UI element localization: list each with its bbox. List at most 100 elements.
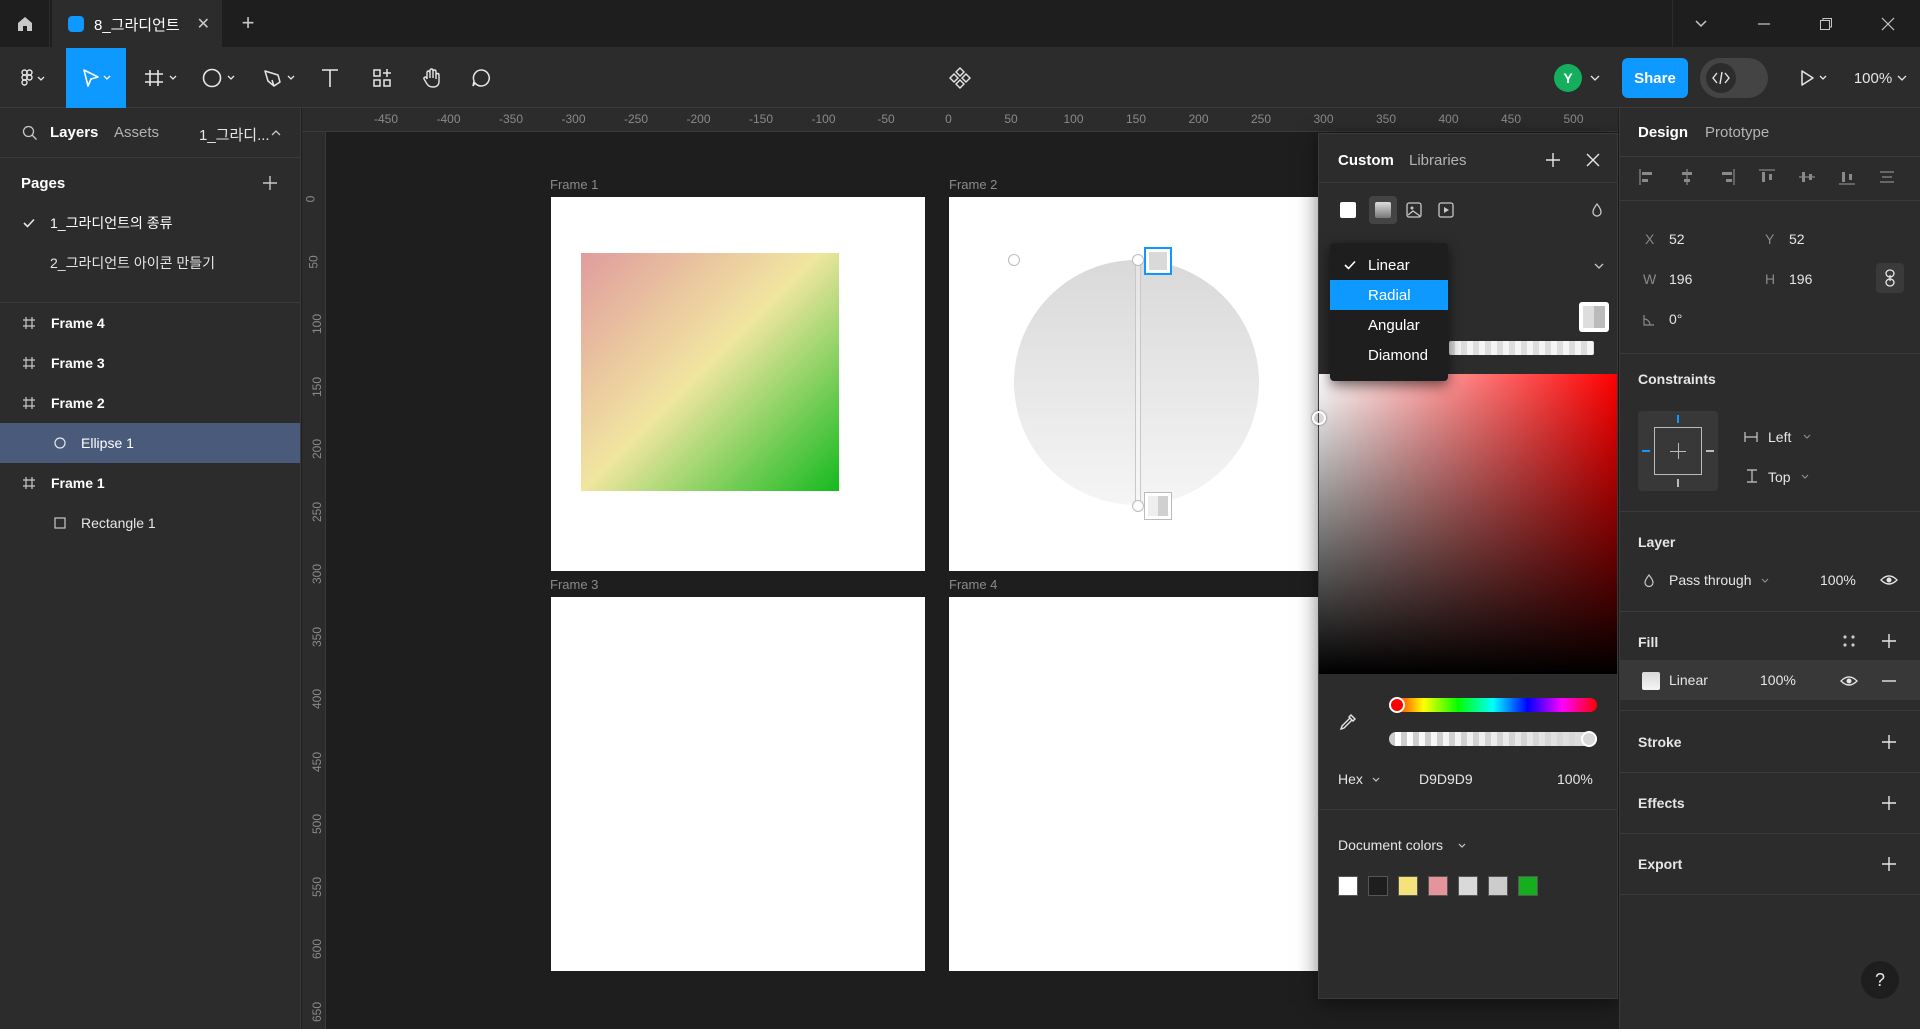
add-stroke-icon[interactable]	[1881, 734, 1897, 750]
close-icon[interactable]	[1585, 152, 1601, 168]
chevron-down-icon[interactable]	[1457, 842, 1467, 850]
align-top-icon[interactable]	[1758, 168, 1776, 186]
document-color-swatch[interactable]	[1518, 876, 1538, 896]
search-icon[interactable]	[22, 125, 38, 141]
zoom-menu[interactable]: 100%	[1848, 48, 1914, 108]
add-page-icon[interactable]	[262, 175, 278, 191]
gradient-handle-line[interactable]	[1135, 263, 1141, 509]
gradient-dot[interactable]	[1008, 254, 1020, 266]
tab-prototype[interactable]: Prototype	[1705, 124, 1769, 141]
add-fill-icon[interactable]	[1881, 633, 1897, 649]
align-left-icon[interactable]	[1638, 168, 1656, 186]
dev-mode-toggle[interactable]	[1700, 58, 1768, 98]
help-button[interactable]: ?	[1861, 961, 1899, 999]
tab-layers[interactable]: Layers	[50, 124, 98, 141]
document-color-swatch[interactable]	[1458, 876, 1478, 896]
tab-assets[interactable]: Assets	[114, 124, 159, 141]
chevron-down-icon[interactable]	[1593, 261, 1605, 271]
gradient-dot[interactable]	[1132, 500, 1144, 512]
frame-1-label[interactable]: Frame 1	[550, 177, 598, 192]
share-button[interactable]: Share	[1622, 58, 1688, 98]
video-icon[interactable]	[1437, 201, 1455, 219]
add-style-icon[interactable]	[1545, 152, 1561, 168]
hand-tool[interactable]	[412, 48, 452, 108]
image-icon[interactable]	[1405, 201, 1423, 219]
shape-tool[interactable]	[196, 48, 244, 108]
fill-type-gradient[interactable]	[1369, 196, 1397, 224]
gradient-end-handle[interactable]	[1144, 492, 1172, 520]
fill-type-solid[interactable]	[1340, 202, 1356, 218]
gradient-dot[interactable]	[1132, 254, 1144, 266]
rotation-input[interactable]: 0°	[1669, 311, 1682, 327]
add-effect-icon[interactable]	[1881, 795, 1897, 811]
gradient-type-option-highlighted[interactable]: Radial	[1330, 280, 1448, 310]
page-item[interactable]: 2_그라디언트 아이콘 만들기	[0, 243, 300, 283]
vertical-constraint-dropdown[interactable]: Top	[1768, 469, 1791, 485]
horizontal-constraint-dropdown[interactable]: Left	[1768, 429, 1791, 445]
file-tab[interactable]: 8_그라디언트 ✕	[52, 0, 222, 48]
constraints-widget[interactable]	[1638, 411, 1718, 491]
gradient-start-handle[interactable]	[1144, 247, 1172, 275]
opacity-input[interactable]: 100%	[1557, 771, 1593, 787]
components-button[interactable]	[940, 48, 980, 108]
tabs-menu-button[interactable]	[1672, 0, 1728, 48]
frame-1[interactable]	[551, 197, 925, 571]
gradient-stop-right[interactable]	[1579, 302, 1609, 332]
hue-slider[interactable]	[1389, 698, 1597, 712]
align-right-icon[interactable]	[1718, 168, 1736, 186]
minimize-button[interactable]	[1740, 0, 1788, 48]
layer-row[interactable]: Frame 4	[0, 303, 300, 343]
frame-3[interactable]	[551, 597, 925, 971]
add-export-icon[interactable]	[1881, 856, 1897, 872]
text-tool[interactable]	[310, 48, 350, 108]
resources-tool[interactable]	[362, 48, 402, 108]
w-input[interactable]: 196	[1669, 271, 1692, 287]
comment-tool[interactable]	[461, 48, 501, 108]
user-avatar[interactable]: Y	[1548, 48, 1608, 108]
saturation-thumb[interactable]	[1312, 411, 1326, 425]
gradient-bar[interactable]	[1449, 341, 1594, 355]
layer-row[interactable]: Frame 1	[0, 463, 300, 503]
chevron-down-icon[interactable]	[1802, 433, 1812, 441]
chevron-up-icon[interactable]	[270, 128, 282, 138]
fill-type-label[interactable]: Linear	[1669, 672, 1708, 688]
blend-drop-icon[interactable]	[1589, 202, 1605, 218]
opacity-thumb[interactable]	[1581, 731, 1597, 747]
present-button[interactable]	[1790, 48, 1840, 108]
move-tool[interactable]	[66, 48, 126, 108]
layer-row-selected[interactable]: Ellipse 1	[0, 423, 300, 463]
x-input[interactable]: 52	[1669, 231, 1685, 247]
eye-icon[interactable]	[1840, 674, 1858, 688]
layer-row[interactable]: Frame 2	[0, 383, 300, 423]
frame-tool[interactable]	[138, 48, 186, 108]
fill-swatch[interactable]	[1642, 672, 1660, 690]
styles-grid-icon[interactable]	[1842, 634, 1856, 648]
gradient-type-option[interactable]: Linear	[1330, 250, 1448, 280]
blend-mode-dropdown[interactable]: Pass through	[1669, 572, 1752, 588]
align-bottom-icon[interactable]	[1838, 168, 1856, 186]
frame-3-label[interactable]: Frame 3	[550, 577, 598, 592]
document-color-swatch[interactable]	[1338, 876, 1358, 896]
saturation-area[interactable]	[1319, 374, 1617, 674]
hue-thumb[interactable]	[1389, 697, 1405, 713]
frame-2[interactable]	[949, 197, 1323, 571]
chevron-down-icon[interactable]	[1800, 473, 1810, 481]
h-input[interactable]: 196	[1789, 271, 1812, 287]
document-colors-label[interactable]: Document colors	[1338, 837, 1443, 853]
tab-custom[interactable]: Custom	[1338, 152, 1394, 169]
close-tab-icon[interactable]: ✕	[197, 14, 210, 34]
main-menu-button[interactable]	[8, 48, 58, 108]
align-horizontal-center-icon[interactable]	[1678, 168, 1696, 186]
chevron-down-icon[interactable]	[1371, 776, 1381, 784]
layer-opacity-input[interactable]: 100%	[1820, 572, 1856, 588]
frame-4[interactable]	[949, 597, 1323, 971]
fill-opacity-input[interactable]: 100%	[1760, 672, 1796, 688]
page-item[interactable]: 1_그라디언트의 종류	[0, 203, 300, 243]
opacity-slider[interactable]	[1389, 732, 1597, 746]
distribute-icon[interactable]	[1878, 168, 1896, 186]
page-dropdown[interactable]: 1_그라디...	[199, 124, 270, 145]
eyedropper-icon[interactable]	[1338, 712, 1358, 732]
rectangle-1[interactable]	[581, 253, 839, 491]
chevron-down-icon[interactable]	[1760, 577, 1770, 585]
pen-tool[interactable]	[256, 48, 304, 108]
